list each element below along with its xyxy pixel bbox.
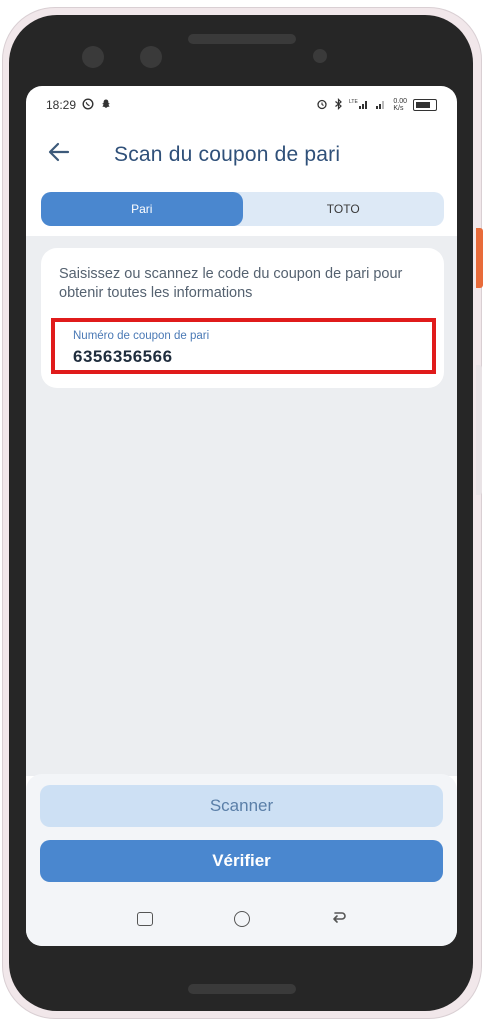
coupon-number-input[interactable]: 6356356566 xyxy=(73,347,173,367)
earpiece-speaker xyxy=(188,34,296,44)
status-left: 18:29 xyxy=(46,97,112,113)
app-header: Scan du coupon de pari xyxy=(26,124,457,186)
svg-text:LTE: LTE xyxy=(349,99,358,105)
screen: 18:29 LTE 0.00 K/s Scan du coupon de par… xyxy=(26,86,457,946)
status-time: 18:29 xyxy=(46,98,77,112)
status-bar: 18:29 LTE 0.00 K/s xyxy=(26,86,457,124)
front-sensor-icon xyxy=(140,46,162,68)
volume-button xyxy=(476,365,482,495)
power-button xyxy=(476,228,483,288)
bluetooth-icon xyxy=(334,97,343,113)
snapchat-icon xyxy=(100,98,112,113)
tab-bar: Pari TOTO xyxy=(41,192,444,226)
tab-toto[interactable]: TOTO xyxy=(243,192,445,226)
page-title: Scan du coupon de pari xyxy=(114,143,341,166)
card-description: Saisissez ou scannez le code du coupon d… xyxy=(59,266,403,301)
system-nav-bar xyxy=(26,892,457,946)
front-camera-icon xyxy=(82,46,104,68)
alarm-icon xyxy=(316,98,328,113)
main-content: Saisissez ou scannez le code du coupon d… xyxy=(26,236,457,776)
recent-apps-icon[interactable] xyxy=(136,912,153,926)
verify-button[interactable]: Vérifier xyxy=(40,840,443,882)
tab-pari[interactable]: Pari xyxy=(41,192,243,226)
coupon-card: Saisissez ou scannez le code du coupon d… xyxy=(41,248,444,388)
bottom-panel: Scanner Vérifier xyxy=(26,774,457,946)
data-speed: 0.00 K/s xyxy=(393,98,407,112)
proximity-sensor-icon xyxy=(313,49,327,63)
lte-signal-icon: LTE xyxy=(349,98,369,113)
back-button[interactable] xyxy=(46,139,76,169)
signal-icon xyxy=(375,98,387,113)
status-right: LTE 0.00 K/s xyxy=(316,97,437,113)
back-arrow-icon[interactable] xyxy=(331,910,347,929)
scan-button[interactable]: Scanner xyxy=(40,785,443,827)
home-icon[interactable] xyxy=(233,911,250,927)
arrow-left-icon xyxy=(48,142,70,162)
whatsapp-icon xyxy=(82,97,94,113)
battery-icon xyxy=(413,99,437,111)
coupon-number-field[interactable]: Numéro de coupon de pari 6356356566 xyxy=(51,318,436,374)
bottom-speaker xyxy=(188,984,296,994)
field-label: Numéro de coupon de pari xyxy=(73,330,210,342)
